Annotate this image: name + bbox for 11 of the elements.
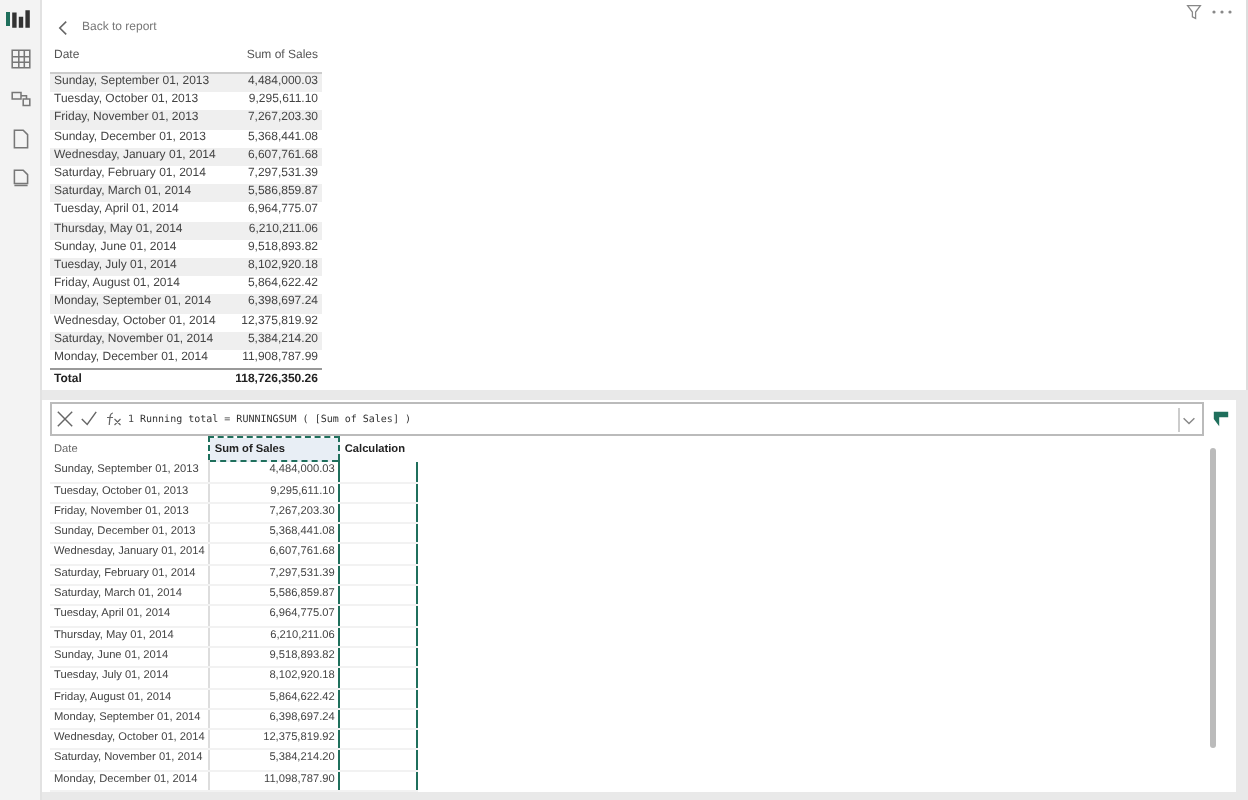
commit-check-icon[interactable] (80, 410, 98, 429)
function-icon (104, 410, 122, 429)
bar-chart-icon[interactable] (9, 8, 31, 30)
flag-icon[interactable] (1212, 410, 1230, 429)
cancel-icon[interactable] (56, 410, 74, 429)
more-options-icon[interactable] (1210, 8, 1234, 16)
filter-icon[interactable] (1186, 4, 1202, 20)
table-icon[interactable] (9, 48, 31, 70)
expand-caret-icon[interactable] (1178, 407, 1198, 432)
back-chevron-icon (58, 20, 68, 36)
scrollbar[interactable] (1210, 448, 1216, 749)
